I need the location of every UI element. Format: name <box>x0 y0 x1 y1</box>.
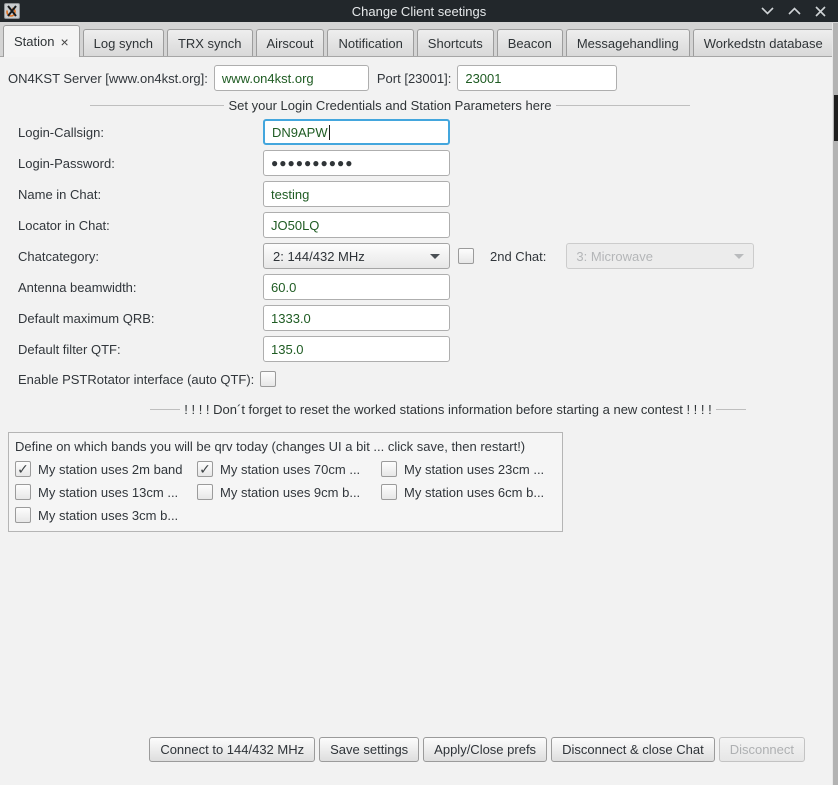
band-2m-item[interactable]: My station uses 2m band <box>15 461 197 477</box>
close-icon[interactable] <box>815 6 826 17</box>
window-title: Change Client seetings <box>0 4 838 19</box>
band-3cm-checkbox[interactable] <box>15 507 31 523</box>
tab-label: Beacon <box>508 36 552 51</box>
maximize-icon[interactable] <box>788 7 801 15</box>
right-scrollbar[interactable] <box>832 23 838 785</box>
tab-log-synch[interactable]: Log synch <box>83 29 164 56</box>
tab-label: Airscout <box>267 36 314 51</box>
tab-airscout[interactable]: Airscout <box>256 29 325 56</box>
titlebar: Change Client seetings <box>0 0 838 22</box>
bands-groupbox-title: Define on which bands you will be qrv to… <box>15 439 556 454</box>
chevron-down-icon <box>430 254 440 259</box>
minimize-icon[interactable] <box>761 7 774 15</box>
scrollbar-thumb[interactable] <box>834 95 838 141</box>
contest-warning-separator: ! ! ! ! Don´t forget to reset the worked… <box>150 401 746 417</box>
band-label: My station uses 13cm ... <box>38 485 178 500</box>
band-70cm-checkbox[interactable] <box>197 461 213 477</box>
beamwidth-label: Antenna beamwidth: <box>18 280 263 295</box>
tab-label: Messagehandling <box>577 36 679 51</box>
bands-groupbox: Define on which bands you will be qrv to… <box>8 432 563 532</box>
tab-label: Station <box>14 34 54 49</box>
tab-shortcuts[interactable]: Shortcuts <box>417 29 494 56</box>
locator-label: Locator in Chat: <box>18 218 263 233</box>
port-label: Port [23001]: <box>377 71 451 86</box>
band-23cm-item[interactable]: My station uses 23cm ... <box>381 461 556 477</box>
band-label: My station uses 9cm b... <box>220 485 360 500</box>
pstrotator-checkbox[interactable] <box>260 371 276 387</box>
tab-notification[interactable]: Notification <box>327 29 413 56</box>
station-tab-panel: ON4KST Server [www.on4kst.org]: www.on4k… <box>0 57 838 785</box>
server-label: ON4KST Server [www.on4kst.org]: <box>8 71 208 86</box>
band-6cm-checkbox[interactable] <box>381 484 397 500</box>
chat-name-label: Name in Chat: <box>18 187 263 202</box>
chatcategory-dropdown[interactable]: 2: 144/432 MHz <box>263 243 450 269</box>
second-chat-label: 2nd Chat: <box>490 249 546 264</box>
port-input[interactable]: 23001 <box>457 65 617 91</box>
band-label: My station uses 6cm b... <box>404 485 544 500</box>
filter-qtf-label: Default filter QTF: <box>18 342 263 357</box>
tab-messagehandling[interactable]: Messagehandling <box>566 29 690 56</box>
tab-workedstn-database[interactable]: Workedstn database <box>693 29 834 56</box>
chatcategory-label: Chatcategory: <box>18 249 263 264</box>
tab-label: TRX synch <box>178 36 242 51</box>
text-caret <box>329 125 330 140</box>
login-password-label: Login-Password: <box>18 156 263 171</box>
max-qrb-input[interactable]: 1333.0 <box>263 305 450 331</box>
band-label: My station uses 3cm b... <box>38 508 178 523</box>
beamwidth-input[interactable]: 60.0 <box>263 274 450 300</box>
band-2m-checkbox[interactable] <box>15 461 31 477</box>
tab-label: Workedstn database <box>704 36 823 51</box>
tab-station[interactable]: Station × <box>3 25 80 57</box>
band-3cm-item[interactable]: My station uses 3cm b... <box>15 507 197 523</box>
tab-label: Shortcuts <box>428 36 483 51</box>
tab-label: Notification <box>338 36 402 51</box>
tab-label: Log synch <box>94 36 153 51</box>
band-9cm-checkbox[interactable] <box>197 484 213 500</box>
apply-close-prefs-button[interactable]: Apply/Close prefs <box>423 737 547 762</box>
band-13cm-checkbox[interactable] <box>15 484 31 500</box>
pstrotator-label: Enable PSTRotator interface (auto QTF): <box>18 372 254 387</box>
chevron-down-icon <box>734 254 744 259</box>
login-callsign-label: Login-Callsign: <box>18 125 263 140</box>
band-13cm-item[interactable]: My station uses 13cm ... <box>15 484 197 500</box>
band-label: My station uses 23cm ... <box>404 462 544 477</box>
tab-close-icon[interactable]: × <box>60 35 68 49</box>
login-callsign-input[interactable]: DN9APW <box>263 119 450 145</box>
disconnect-button: Disconnect <box>719 737 805 762</box>
save-settings-button[interactable]: Save settings <box>319 737 419 762</box>
band-label: My station uses 70cm ... <box>220 462 360 477</box>
second-chat-checkbox[interactable] <box>458 248 474 264</box>
connect-button[interactable]: Connect to 144/432 MHz <box>149 737 315 762</box>
tab-bar: Station × Log synch TRX synch Airscout N… <box>0 22 838 57</box>
band-70cm-item[interactable]: My station uses 70cm ... <box>197 461 381 477</box>
credentials-separator: Set your Login Credentials and Station P… <box>90 97 690 113</box>
band-23cm-checkbox[interactable] <box>381 461 397 477</box>
login-password-input[interactable]: ●●●●●●●●●● <box>263 150 450 176</box>
bottom-button-row: Connect to 144/432 MHz Save settings App… <box>0 737 838 762</box>
disconnect-close-chat-button[interactable]: Disconnect & close Chat <box>551 737 715 762</box>
tab-beacon[interactable]: Beacon <box>497 29 563 56</box>
tab-trx-synch[interactable]: TRX synch <box>167 29 253 56</box>
locator-input[interactable]: JO50LQ <box>263 212 450 238</box>
server-input[interactable]: www.on4kst.org <box>214 65 369 91</box>
band-6cm-item[interactable]: My station uses 6cm b... <box>381 484 556 500</box>
band-label: My station uses 2m band <box>38 462 183 477</box>
filter-qtf-input[interactable]: 135.0 <box>263 336 450 362</box>
max-qrb-label: Default maximum QRB: <box>18 311 263 326</box>
second-chat-dropdown: 3: Microwave <box>566 243 754 269</box>
chat-name-input[interactable]: testing <box>263 181 450 207</box>
band-9cm-item[interactable]: My station uses 9cm b... <box>197 484 381 500</box>
